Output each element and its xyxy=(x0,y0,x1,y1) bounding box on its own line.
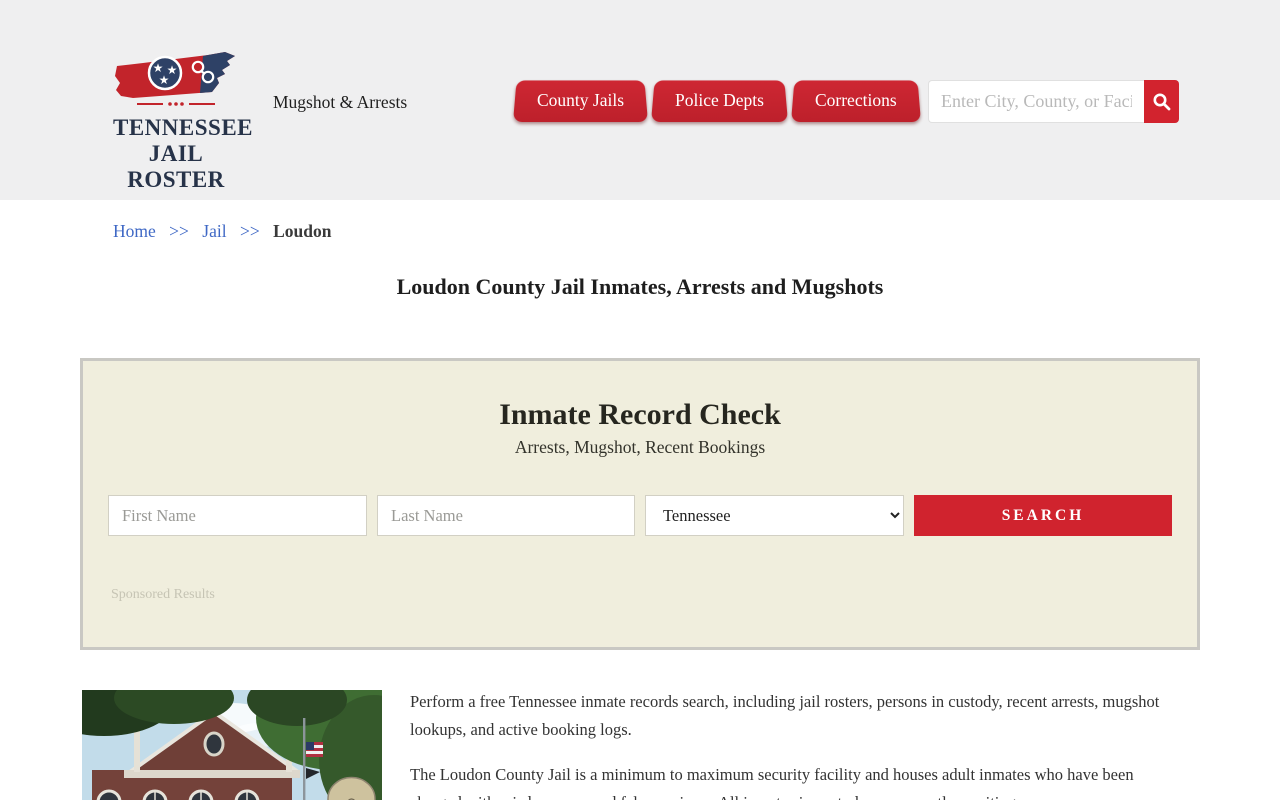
header-search-input[interactable] xyxy=(928,80,1144,123)
site-header: ★ ★ ★ TENNESSEE JAIL ROSTER Mugshot & Ar… xyxy=(0,0,1280,200)
search-icon xyxy=(1153,93,1171,111)
inmate-search-form: Tennessee SEARCH xyxy=(108,495,1172,536)
intro-paragraph: Perform a free Tennessee inmate records … xyxy=(410,692,1160,739)
article-text: Perform a free Tennessee inmate records … xyxy=(410,688,1162,800)
nav-county-jails[interactable]: County Jails xyxy=(513,78,648,122)
breadcrumb-jail-link[interactable]: Jail xyxy=(202,221,226,241)
svg-text:★: ★ xyxy=(159,73,170,87)
logo-subtitle: JAIL ROSTER xyxy=(127,141,225,192)
header-search xyxy=(928,80,1179,123)
first-name-input[interactable] xyxy=(108,495,367,536)
panel-title: Inmate Record Check xyxy=(499,398,781,431)
courthouse-photo: LOUDON COUNTY COURTHOUSE xyxy=(82,690,382,800)
site-logo[interactable]: ★ ★ ★ TENNESSEE JAIL ROSTER xyxy=(113,48,254,193)
page-title: Loudon County Jail Inmates, Arrests and … xyxy=(396,274,884,299)
page-root: ★ ★ ★ TENNESSEE JAIL ROSTER Mugshot & Ar… xyxy=(0,0,1280,800)
main-nav: County Jails Police Depts Corrections xyxy=(513,78,924,122)
us-flag-icon xyxy=(306,742,323,757)
sponsored-results-label: Sponsored Results xyxy=(111,587,215,602)
search-button[interactable]: SEARCH xyxy=(914,495,1172,536)
tennessee-state-logo-icon: ★ ★ ★ xyxy=(115,52,235,106)
header-search-button[interactable] xyxy=(1144,80,1179,123)
nav-police-depts[interactable]: Police Depts xyxy=(651,78,788,122)
breadcrumb: Home >> Jail >> Loudon xyxy=(113,221,331,242)
breadcrumb-separator: >> xyxy=(239,221,260,241)
courthouse-photo-illustration: LOUDON COUNTY COURTHOUSE xyxy=(82,690,382,800)
site-tagline: Mugshot & Arrests xyxy=(273,92,408,112)
breadcrumb-home-link[interactable]: Home xyxy=(113,221,156,241)
breadcrumb-separator: >> xyxy=(169,221,189,241)
inmate-record-check-panel: Inmate Record Check Arrests, Mugshot, Re… xyxy=(80,358,1200,650)
logo-title: TENNESSEE xyxy=(113,115,254,140)
jail-description-paragraph: The Loudon County Jail is a minimum to m… xyxy=(410,765,1134,800)
breadcrumb-current: Loudon xyxy=(273,221,332,241)
state-select[interactable]: Tennessee xyxy=(645,495,904,536)
nav-county-jails-label: County Jails xyxy=(537,89,625,110)
nav-corrections-label: Corrections xyxy=(814,89,897,110)
nav-corrections[interactable]: Corrections xyxy=(791,78,921,122)
nav-police-depts-label: Police Depts xyxy=(675,89,764,110)
last-name-input[interactable] xyxy=(377,495,635,536)
panel-subtitle: Arrests, Mugshot, Recent Bookings xyxy=(514,437,766,457)
